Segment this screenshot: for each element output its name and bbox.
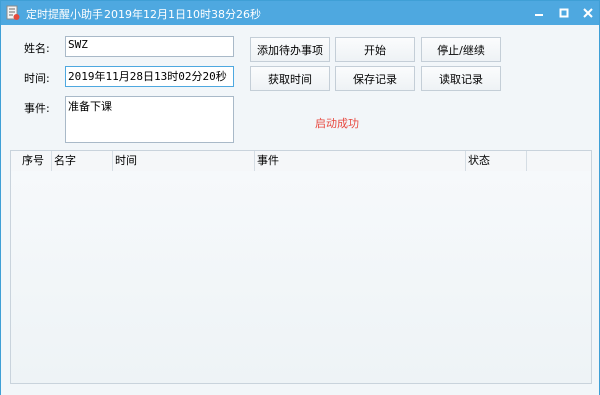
time-label: 时间: (24, 72, 50, 85)
add-todo-button[interactable]: 添加待办事项 (250, 37, 330, 62)
maximize-icon[interactable] (552, 1, 576, 25)
window-title: 定时提醒小助手 (26, 8, 103, 21)
event-label: 事件: (24, 102, 50, 115)
name-field[interactable]: SWZ (65, 36, 234, 57)
client-area: 姓名: SWZ 时间: 2019年11月28日13时02分20秒 事件: 准备下… (1, 25, 599, 395)
title-bar[interactable]: 定时提醒小助手 2019年12月1日10时38分26秒 (1, 1, 599, 25)
column-header-time[interactable]: 时间 (113, 151, 255, 171)
app-icon (6, 5, 20, 21)
minimize-icon[interactable] (527, 1, 551, 25)
todo-list-view[interactable]: 序号 名字 时间 事件 状态 (10, 150, 592, 384)
read-record-button[interactable]: 读取记录 (421, 66, 501, 91)
column-header-status[interactable]: 状态 (466, 151, 527, 171)
current-time-display: 2019年12月1日10时38分26秒 (104, 8, 261, 21)
app-window: 定时提醒小助手 2019年12月1日10时38分26秒 姓名: SWZ 时间: … (0, 0, 600, 395)
time-field[interactable]: 2019年11月28日13时02分20秒 (65, 66, 234, 87)
list-header: 序号 名字 时间 事件 状态 (11, 151, 591, 171)
column-header-event[interactable]: 事件 (255, 151, 466, 171)
name-label: 姓名: (24, 42, 50, 55)
save-record-button[interactable]: 保存记录 (335, 66, 415, 91)
column-header-index[interactable]: 序号 (20, 151, 52, 171)
column-header-name[interactable]: 名字 (52, 151, 113, 171)
stop-continue-button[interactable]: 停止/继续 (421, 37, 501, 62)
list-body[interactable] (11, 171, 591, 383)
close-icon[interactable] (576, 1, 600, 25)
event-field[interactable]: 准备下课 (65, 96, 234, 143)
start-button[interactable]: 开始 (335, 37, 415, 62)
get-time-button[interactable]: 获取时间 (250, 66, 330, 91)
status-message: 启动成功 (315, 117, 359, 130)
